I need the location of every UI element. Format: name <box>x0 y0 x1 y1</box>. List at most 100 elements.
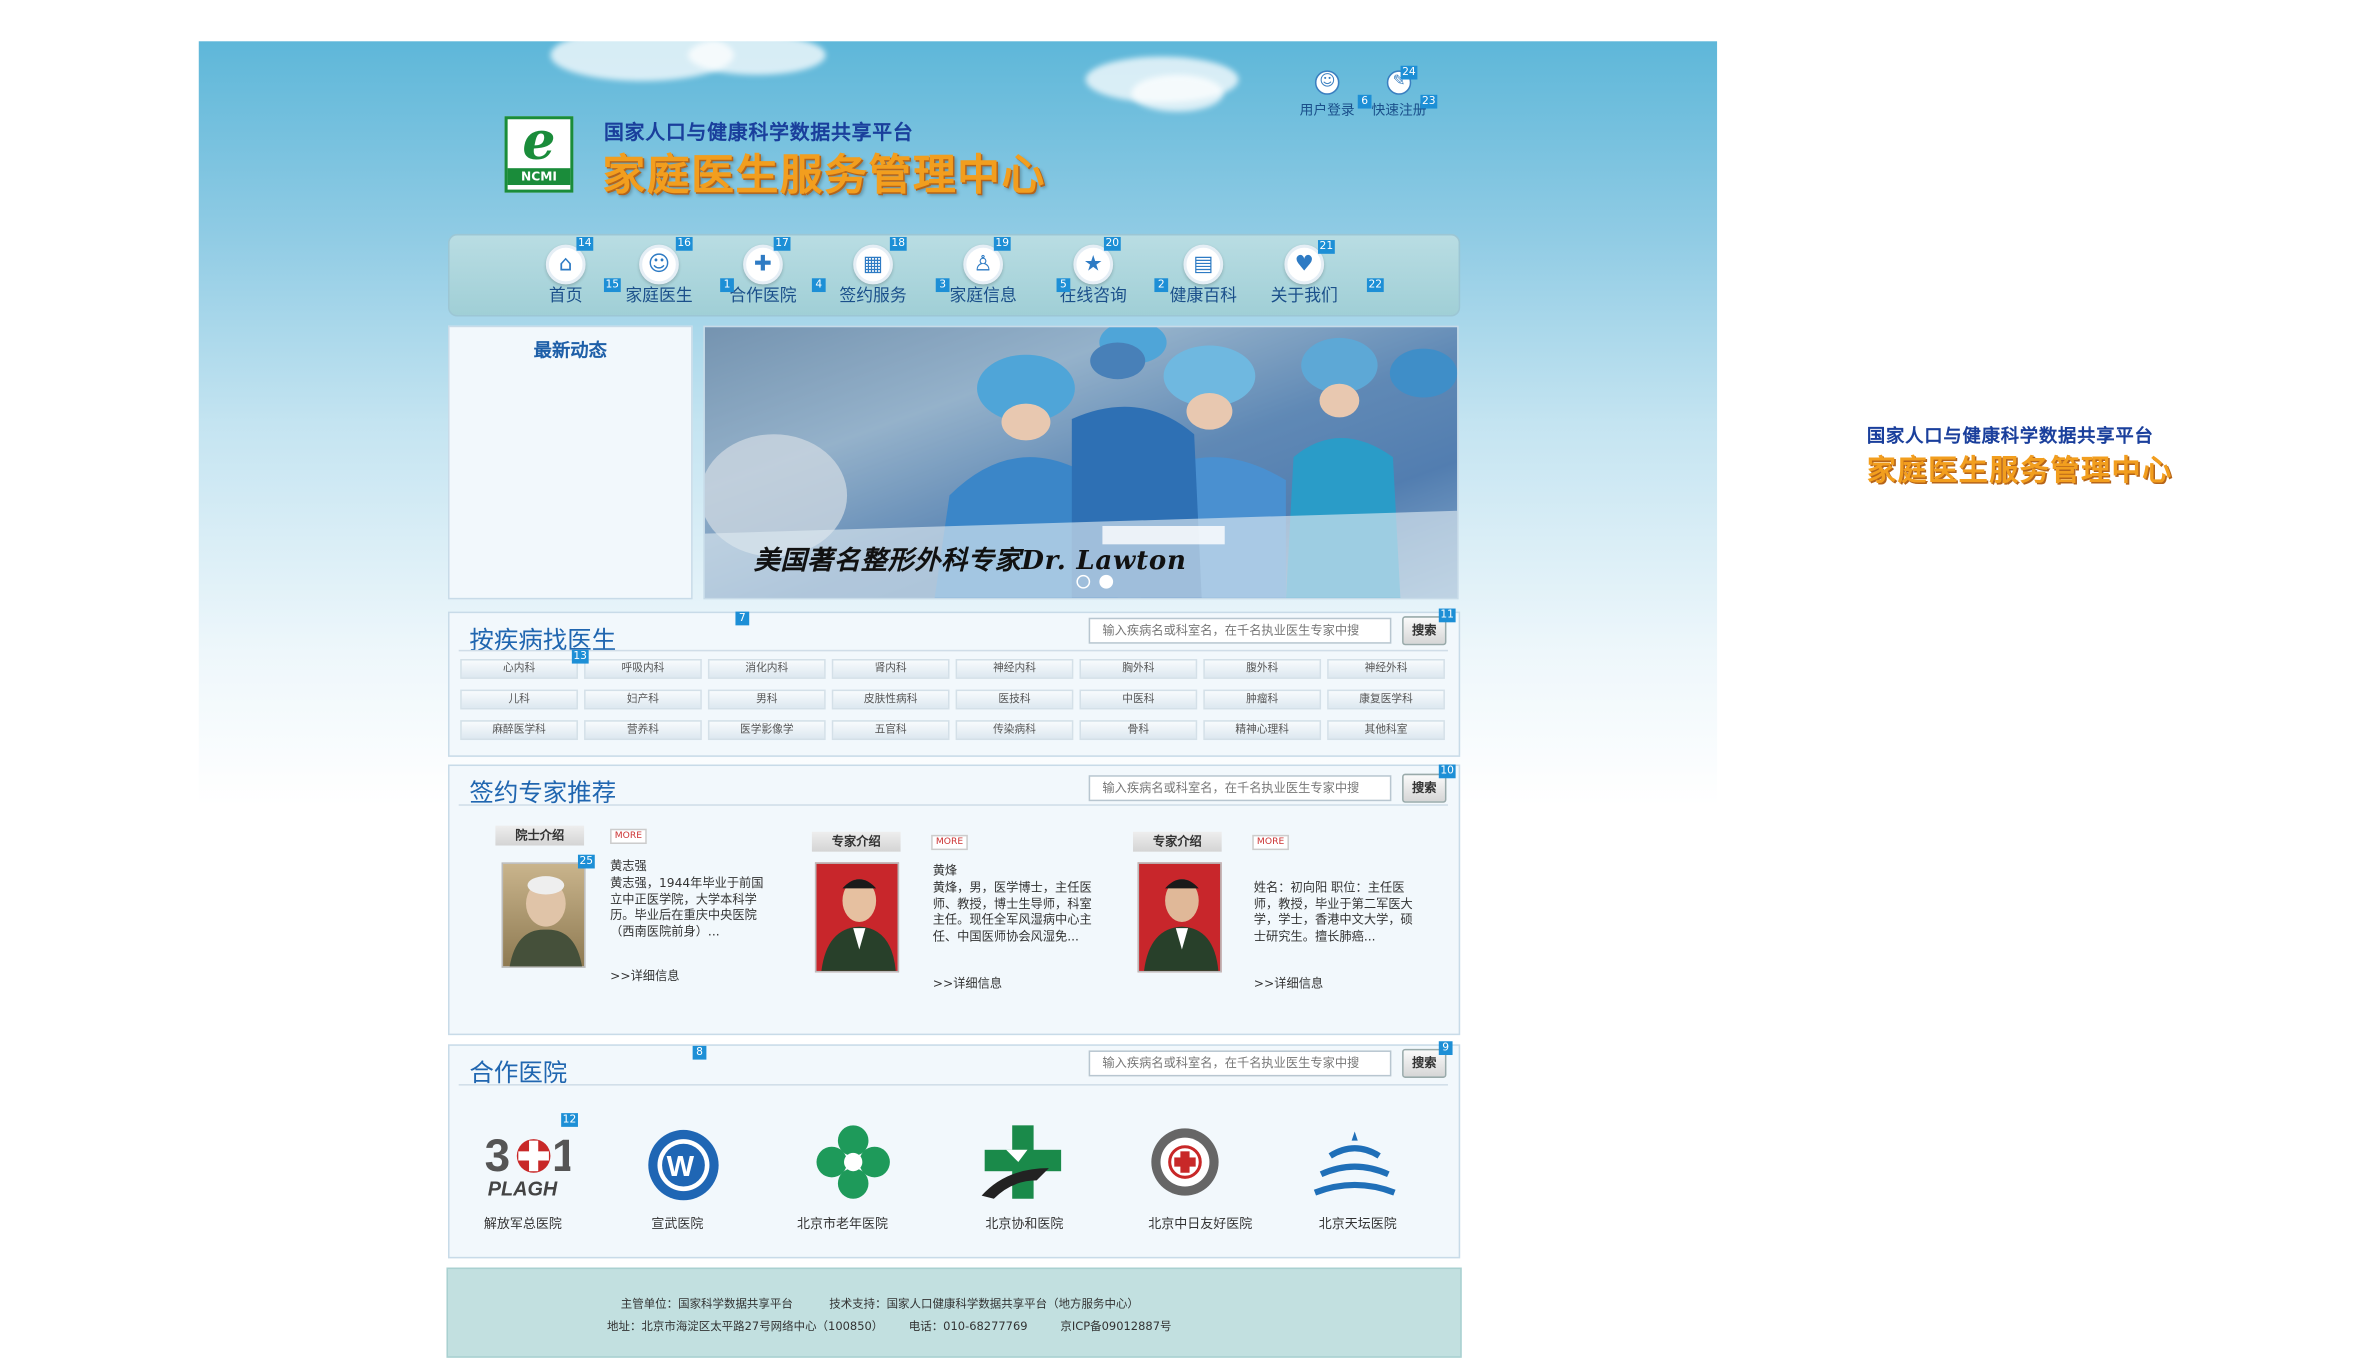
pumch-cross-logo[interactable] <box>976 1122 1068 1202</box>
slider-dot-1[interactable] <box>1076 574 1091 589</box>
footer-line-2: 地址：北京市海淀区太平路27号网络中心（100850） 电话：010-68277… <box>607 1319 1172 1334</box>
annotation-tag: 2 <box>1154 278 1169 293</box>
svg-text:3: 3 <box>485 1129 511 1181</box>
expert-card-1-name: 黄志强 <box>610 859 647 874</box>
hospital-name-3[interactable]: 北京市老年医院 <box>758 1214 926 1232</box>
nav-contract-service[interactable]: ▦ 签约服务 <box>820 244 927 308</box>
department-2[interactable]: 消化内科 <box>707 658 826 679</box>
department-9[interactable]: 妇产科 <box>584 689 702 710</box>
department-23[interactable]: 其他科室 <box>1327 720 1445 741</box>
department-8[interactable]: 儿科 <box>460 689 578 710</box>
department-18[interactable]: 医学影像学 <box>707 720 826 741</box>
register-link[interactable]: ✎ 快速注册 <box>1372 70 1427 119</box>
footer: 主管单位：国家科学数据共享平台 技术支持：国家人口健康科学数据共享平台（地方服务… <box>446 1267 1462 1358</box>
news-title: 最新动态 <box>533 339 608 361</box>
annotation-tag: 14 <box>576 236 594 251</box>
annotation-tag: 21 <box>1317 240 1335 254</box>
annotation-tag: 8 <box>692 1045 707 1060</box>
slider-dot-2[interactable] <box>1099 574 1114 589</box>
platform-title: 国家人口与健康科学数据共享平台 <box>603 122 914 146</box>
login-link[interactable]: ☺ 用户登录 <box>1300 70 1355 119</box>
nav-home[interactable]: ⌂ 首页 <box>512 244 619 308</box>
main-nav: ⌂ 首页 ☺ 家庭医生 ✚ 合作医院 ▦ 签约服务 ♙ 家庭信息 ★ 在线咨询 ▤ 健康百科 … <box>447 233 1461 317</box>
expert-card-1-more[interactable]: MORE <box>610 828 647 845</box>
department-13[interactable]: 中医科 <box>1079 689 1198 710</box>
hospital-name-2[interactable]: 宣武医院 <box>593 1214 761 1232</box>
annotation-tag: 17 <box>773 236 791 251</box>
department-7[interactable]: 神经外科 <box>1327 658 1445 679</box>
department-22[interactable]: 精神心理科 <box>1203 720 1322 741</box>
department-1[interactable]: 呼吸内科 <box>584 658 702 679</box>
department-6[interactable]: 腹外科 <box>1203 658 1322 679</box>
hospital-name-1[interactable]: 解放军总医院 <box>439 1214 607 1232</box>
annotation-tag: 20 <box>1103 236 1121 251</box>
expert-card-2-head: 专家介绍 <box>811 831 901 852</box>
department-0[interactable]: 心内科 <box>460 658 578 679</box>
hospital-name-5[interactable]: 北京中日友好医院 <box>1116 1214 1284 1232</box>
xuanwu-logo[interactable]: W <box>638 1125 730 1205</box>
hospital-name-6[interactable]: 北京天坛医院 <box>1274 1214 1442 1232</box>
image-slider[interactable]: 美国著名整形外科专家Dr. Lawton <box>703 325 1459 600</box>
expert-card-1-desc: 黄志强，1944年毕业于前国立中正医学院，大学本科学历。毕业后在重庆中央医院（西… <box>610 876 764 939</box>
nav-family-info[interactable]: ♙ 家庭信息 <box>930 244 1037 308</box>
slider-caption: 美国著名整形外科专家Dr. Lawton <box>753 545 1187 577</box>
department-19[interactable]: 五官科 <box>831 720 950 741</box>
department-12[interactable]: 医技科 <box>955 689 1074 710</box>
301-plagh-logo[interactable]: 31PLAGH <box>479 1122 578 1202</box>
side-platform-title: 国家人口与健康科学数据共享平台 <box>1866 425 2154 447</box>
expert-card-2-link[interactable]: >>详细信息 <box>933 976 1002 993</box>
geriatric-clover-logo[interactable] <box>807 1122 899 1202</box>
department-10[interactable]: 男科 <box>707 689 826 710</box>
expert-card-3-link[interactable]: >>详细信息 <box>1254 976 1323 993</box>
department-17[interactable]: 营养科 <box>584 720 702 741</box>
svg-text:PLAGH: PLAGH <box>488 1179 558 1201</box>
annotation-tag: 10 <box>1438 764 1456 779</box>
annotation-tag: 19 <box>993 236 1011 251</box>
annotation-tag: 16 <box>675 236 693 251</box>
search-input-experts[interactable]: 输入疾病名或科室名，在千名执业医生专家中搜 <box>1088 775 1392 802</box>
expert-card-3-more[interactable]: MORE <box>1252 834 1289 851</box>
nav-online-consult[interactable]: ★ 在线咨询 <box>1040 244 1147 308</box>
annotation-tag: 5 <box>1056 278 1071 293</box>
department-20[interactable]: 传染病科 <box>955 720 1074 741</box>
expert-card-1-link[interactable]: >>详细信息 <box>610 968 679 985</box>
annotation-tag: 22 <box>1366 278 1384 293</box>
search-input-hospitals[interactable]: 输入疾病名或科室名，在千名执业医生专家中搜 <box>1088 1050 1392 1077</box>
doctor-icon: ☺ <box>639 244 679 285</box>
china-japan-logo[interactable] <box>1145 1122 1237 1202</box>
department-5[interactable]: 胸外科 <box>1079 658 1198 679</box>
annotation-tag: 18 <box>889 236 907 251</box>
svg-text:1: 1 <box>552 1129 570 1181</box>
annotation-tag: 24 <box>1400 65 1418 80</box>
footer-line-1: 主管单位：国家科学数据共享平台 技术支持：国家人口健康科学数据共享平台（地方服务… <box>620 1296 1139 1311</box>
annotation-tag: 25 <box>577 854 595 869</box>
hospital-name-4[interactable]: 北京协和医院 <box>940 1214 1108 1232</box>
department-4[interactable]: 神经内科 <box>955 658 1074 679</box>
department-16[interactable]: 麻醉医学科 <box>460 720 578 741</box>
center-title: 家庭医生服务管理中心 <box>602 149 1046 201</box>
annotation-tag: 3 <box>935 278 950 293</box>
page: e NCMI 国家人口与健康科学数据共享平台 家庭医生服务管理中心 ☺ 用户登录 ✎… <box>0 0 2370 1359</box>
department-11[interactable]: 皮肤性病科 <box>831 689 950 710</box>
expert-card-2-more[interactable]: MORE <box>931 834 968 851</box>
department-15[interactable]: 康复医学科 <box>1327 689 1445 710</box>
expert-photo-2[interactable] <box>814 862 900 973</box>
nav-partner-hospitals[interactable]: ✚ 合作医院 <box>709 244 816 308</box>
expert-photo-3[interactable] <box>1137 862 1222 973</box>
nav-health-wiki[interactable]: ▤ 健康百科 <box>1150 244 1257 308</box>
annotation-tag: 9 <box>1438 1041 1453 1056</box>
expert-photo-1[interactable] <box>501 862 586 968</box>
side-center-title: 家庭医生服务管理中心 <box>1866 454 2173 488</box>
ncmi-logo[interactable]: e NCMI <box>504 116 574 193</box>
book-icon: ▤ <box>1183 244 1224 285</box>
svg-text:W: W <box>667 1151 695 1183</box>
nav-family-doctor[interactable]: ☺ 家庭医生 <box>605 244 712 308</box>
tiantan-logo[interactable] <box>1309 1122 1401 1202</box>
nav-about-us[interactable]: ♥ 关于我们 <box>1251 244 1358 308</box>
department-3[interactable]: 肾内科 <box>831 658 950 679</box>
annotation-tag: 6 <box>1357 94 1372 109</box>
search-input-disease[interactable]: 输入疾病名或科室名，在千名执业医生专家中搜 <box>1088 617 1392 644</box>
annotation-tag: 11 <box>1438 608 1456 623</box>
department-21[interactable]: 骨科 <box>1079 720 1198 741</box>
department-14[interactable]: 肿瘤科 <box>1203 689 1322 710</box>
